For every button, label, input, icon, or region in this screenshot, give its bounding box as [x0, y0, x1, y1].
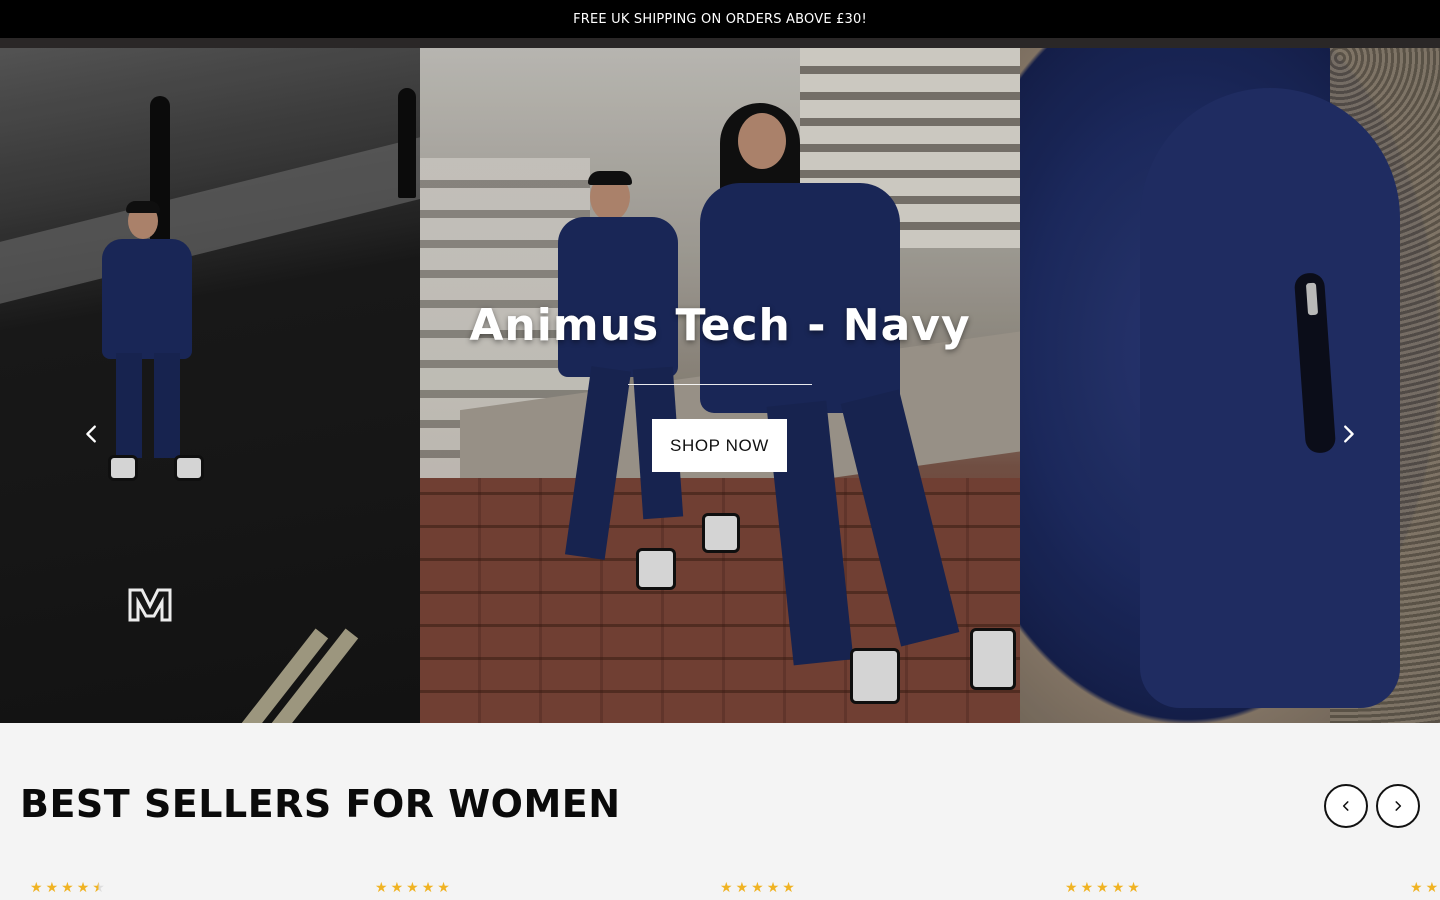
carousel-next-button[interactable]	[1376, 784, 1420, 828]
hero-slideshow	[0, 48, 1440, 723]
star-icon: ★	[1111, 880, 1125, 896]
star-icon: ★	[1080, 880, 1094, 896]
product-rating-5: ★★★★★	[1410, 880, 1440, 896]
carousel-prev-button[interactable]	[1324, 784, 1368, 828]
product-rating-3: ★ ★ ★ ★ ★	[720, 880, 795, 896]
shop-now-button[interactable]: SHOP NOW	[652, 419, 787, 472]
star-icon: ★	[751, 880, 764, 896]
star-icon: ★	[1127, 880, 1140, 896]
star-icon: ★	[61, 880, 74, 896]
star-icon: ★	[720, 880, 733, 896]
product-rating-1: ★ ★ ★ ★ ★	[30, 880, 105, 896]
star-icon: ★	[30, 880, 43, 896]
star-icon: ★	[1410, 880, 1423, 896]
chevron-right-icon	[1395, 801, 1402, 811]
header-strip	[0, 38, 1440, 48]
hero-title: Animus Tech - Navy	[469, 300, 971, 351]
star-icon: ★	[1065, 880, 1078, 896]
star-icon: ★	[735, 880, 749, 896]
product-rating-2: ★ ★ ★ ★ ★	[375, 880, 450, 896]
hero-divider	[628, 384, 812, 385]
star-icon: ★	[1096, 880, 1109, 896]
section-title: BEST SELLERS FOR WOMEN	[20, 782, 621, 826]
star-icon: ★	[375, 880, 388, 896]
star-icon: ★	[92, 880, 105, 896]
chevron-left-icon	[86, 425, 96, 443]
announcement-text: FREE UK SHIPPING ON ORDERS ABOVE £30!	[573, 11, 867, 27]
star-icon: ★	[406, 880, 419, 896]
star-icon: ★	[421, 880, 435, 896]
star-icon: ★	[390, 880, 404, 896]
chevron-left-icon	[1342, 801, 1349, 811]
star-icon: ★	[76, 880, 90, 896]
star-icon: ★	[45, 880, 59, 896]
star-icon: ★	[766, 880, 780, 896]
announcement-bar: FREE UK SHIPPING ON ORDERS ABOVE £30!	[0, 0, 1440, 38]
star-icon: ★	[782, 880, 795, 896]
chevron-right-icon	[1344, 425, 1354, 443]
star-icon: ★	[1425, 880, 1439, 896]
slideshow-next-button[interactable]	[1332, 418, 1364, 450]
product-rating-4: ★ ★ ★ ★ ★	[1065, 880, 1140, 896]
star-icon: ★	[437, 880, 450, 896]
slideshow-prev-button[interactable]	[76, 418, 108, 450]
